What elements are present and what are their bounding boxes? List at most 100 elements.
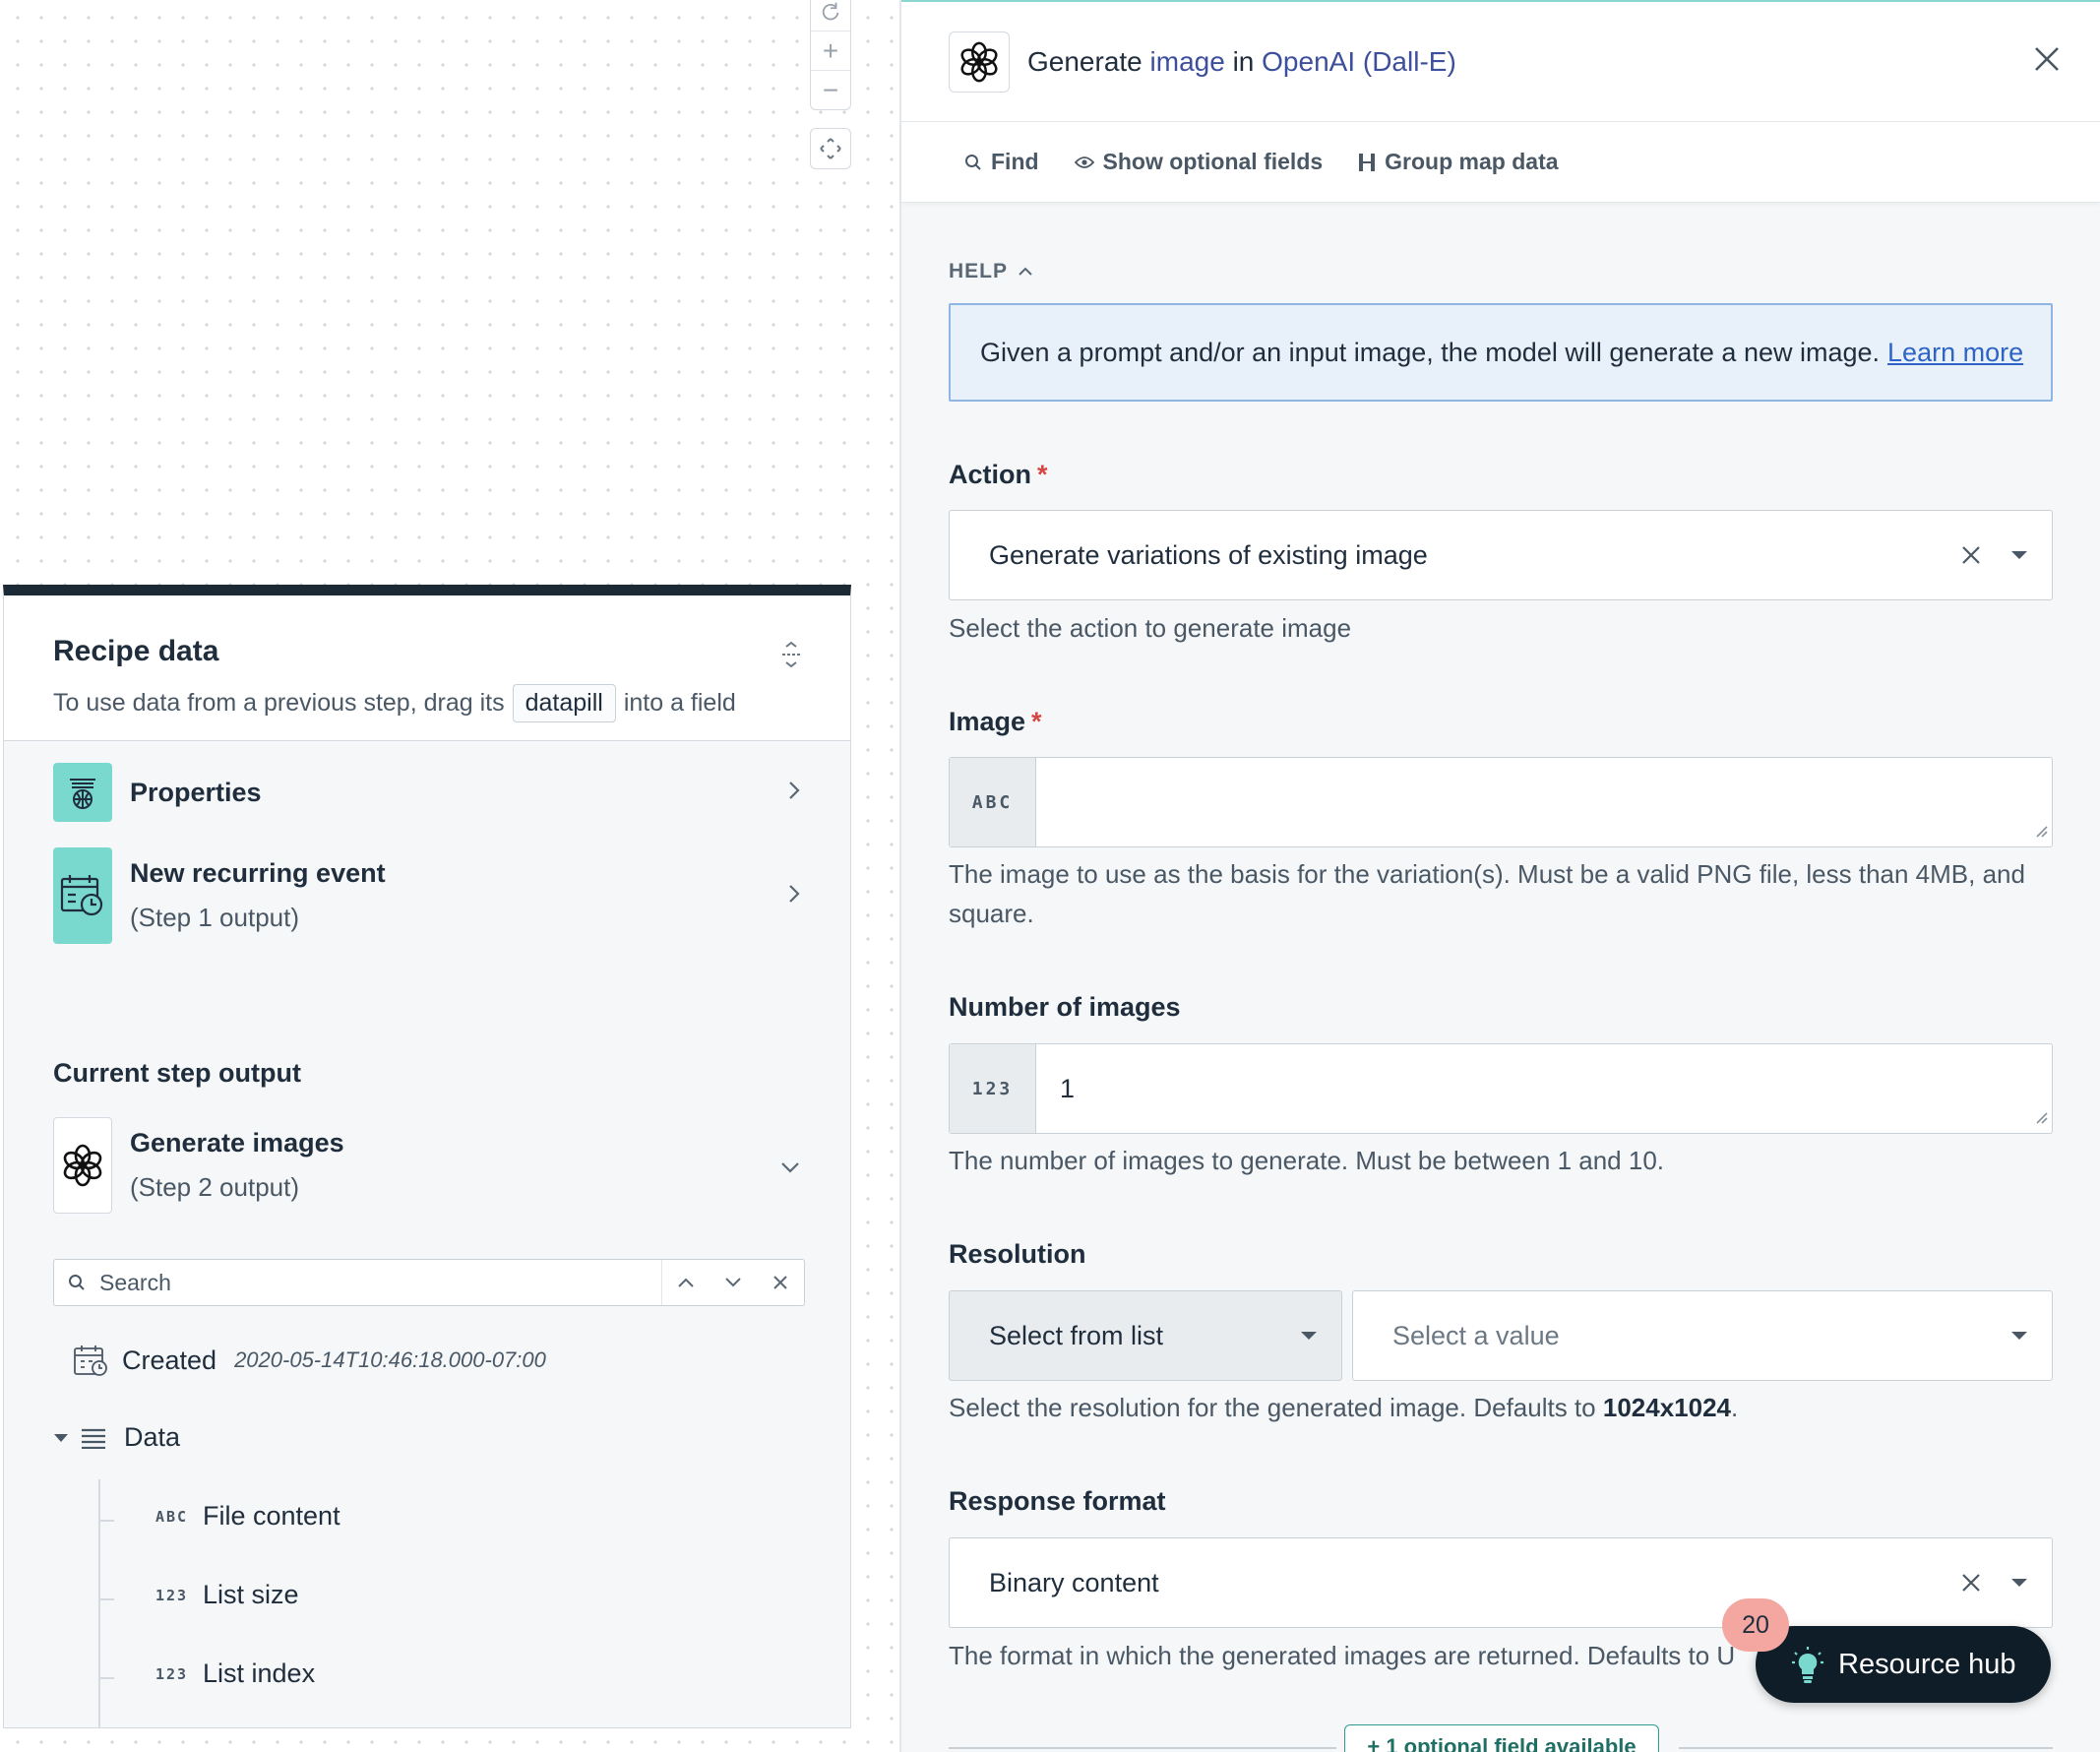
search-input[interactable]: Search: [99, 1270, 661, 1296]
search-icon: [54, 1274, 99, 1291]
step-title: Generate image in OpenAI (Dall-E): [1027, 45, 1456, 77]
openai-icon: [53, 1117, 112, 1214]
datapill-list-size[interactable]: 123 List size: [155, 1580, 299, 1610]
text-type-tag: ABC: [155, 1507, 189, 1526]
help-box: Given a prompt and/or an input image, th…: [949, 303, 2053, 402]
list-icon: [81, 1427, 106, 1449]
response-format-label: Response format: [949, 1486, 1166, 1516]
recipe-data-panel: Recipe data To use data from a previous …: [3, 585, 851, 1728]
number-of-images-input[interactable]: 1: [1036, 1044, 2052, 1133]
step-config-panel: Generate image in OpenAI (Dall-E) Find S…: [901, 0, 2100, 1752]
date-icon: [73, 1344, 108, 1377]
caret-down-icon[interactable]: [53, 1433, 69, 1443]
group-map-icon: [1359, 153, 1376, 171]
tree-connector: [98, 1677, 114, 1679]
image-field[interactable]: ABC: [949, 757, 2053, 847]
tree-connector: [98, 1520, 114, 1522]
chevron-right-icon: [787, 881, 801, 911]
recipe-item-generate-images[interactable]: Generate images (Step 2 output): [53, 1117, 811, 1214]
number-of-images-label: Number of images: [949, 992, 1181, 1022]
recipe-item-new-recurring-event[interactable]: New recurring event (Step 1 output): [53, 847, 811, 944]
resolution-mode-select[interactable]: Select from list: [949, 1290, 1342, 1381]
clear-response-format-button[interactable]: [1961, 1573, 1981, 1593]
fit-screen-icon: [820, 138, 841, 159]
datapill-file-content[interactable]: ABC File content: [155, 1501, 340, 1532]
caret-down-icon: [1300, 1331, 1318, 1341]
response-format-hint: The format in which the generated images…: [949, 1641, 1736, 1670]
number-type-tag: 123: [155, 1586, 189, 1604]
close-icon: [1962, 1574, 1980, 1592]
search-next-button[interactable]: [710, 1277, 757, 1288]
search-clear-button[interactable]: [757, 1275, 804, 1290]
learn-more-link[interactable]: Learn more: [1887, 338, 2023, 368]
find-button[interactable]: Find: [964, 149, 1039, 175]
datapill-list-index[interactable]: 123 List index: [155, 1658, 315, 1689]
datapill-data-list[interactable]: Data: [53, 1422, 180, 1453]
zoom-controls: + −: [810, 0, 851, 110]
lightbulb-icon: [1792, 1647, 1823, 1683]
image-hint: The image to use as the basis for the va…: [949, 859, 2025, 928]
resize-handle-icon[interactable]: [2032, 1108, 2048, 1129]
number-of-images-hint: The number of images to generate. Must b…: [949, 1146, 1665, 1175]
clear-action-button[interactable]: [1961, 545, 1981, 565]
close-icon: [2035, 47, 2059, 71]
divider: [1679, 1747, 2053, 1749]
image-label: Image *: [949, 707, 1042, 736]
action-hint: Select the action to generate image: [949, 613, 1352, 643]
divider: [949, 1747, 1336, 1749]
search-prev-button[interactable]: [662, 1277, 710, 1288]
required-marker: *: [1031, 707, 1042, 736]
recipe-data-title: Recipe data: [53, 635, 219, 667]
required-marker: *: [1037, 460, 1048, 489]
calendar-clock-icon: [53, 847, 112, 944]
chevron-up-icon: [678, 1278, 694, 1287]
caret-down-icon[interactable]: [2010, 550, 2028, 560]
notification-badge: 20: [1722, 1598, 1789, 1652]
number-type-tag: 123: [155, 1664, 189, 1683]
close-icon: [773, 1276, 787, 1289]
resize-handle-icon[interactable]: [2032, 822, 2048, 843]
datapill-example: datapill: [512, 684, 616, 722]
fit-to-screen-button[interactable]: [810, 128, 851, 169]
text-type-tag: ABC: [950, 758, 1036, 846]
zoom-out-button[interactable]: −: [811, 70, 850, 109]
recipe-item-properties[interactable]: Properties: [53, 763, 811, 822]
zoom-in-button[interactable]: +: [811, 31, 850, 70]
openai-logo-icon: [949, 31, 1010, 93]
close-icon: [1962, 546, 1980, 564]
step-app-link[interactable]: OpenAI (Dall-E): [1262, 46, 1456, 77]
resolution-value-select[interactable]: Select a value: [1352, 1290, 2053, 1381]
datapill-created[interactable]: Created 2020-05-14T10:46:18.000-07:00: [73, 1344, 546, 1377]
search-icon: [965, 154, 981, 170]
caret-down-icon: [2010, 1331, 2028, 1341]
resource-hub-button[interactable]: Resource hub: [1756, 1626, 2051, 1703]
reset-zoom-button[interactable]: [811, 0, 850, 31]
number-of-images-field[interactable]: 123 1: [949, 1043, 2053, 1134]
close-panel-button[interactable]: [2033, 45, 2061, 78]
caret-down-icon[interactable]: [2010, 1578, 2028, 1588]
resolution-hint: Select the resolution for the generated …: [949, 1393, 1739, 1422]
tree-connector: [98, 1598, 114, 1600]
recipe-data-subtitle: To use data from a previous step, drag i…: [53, 684, 801, 722]
tree-connector: [98, 1479, 100, 1727]
image-input[interactable]: [1036, 758, 2052, 846]
recipe-data-header: Recipe data To use data from a previous …: [4, 595, 850, 741]
response-format-select[interactable]: Binary content: [949, 1537, 2053, 1628]
step-toolbar: Find Show optional fields Group map data: [901, 122, 2100, 203]
eye-icon: [1074, 156, 1094, 168]
chevron-down-icon: [725, 1278, 741, 1287]
number-type-tag: 123: [950, 1044, 1036, 1133]
group-map-data-button[interactable]: Group map data: [1358, 149, 1559, 175]
chevron-down-icon: [779, 1151, 801, 1181]
optional-fields-button[interactable]: + 1 optional field available: [1344, 1724, 1659, 1752]
step-object-link[interactable]: image: [1150, 46, 1225, 77]
chevron-up-icon: [1019, 267, 1032, 276]
help-toggle[interactable]: HELP: [949, 260, 1033, 283]
action-label: Action *: [949, 460, 1048, 489]
action-select[interactable]: Generate variations of existing image: [949, 510, 2053, 600]
datapill-search[interactable]: Search: [53, 1259, 805, 1306]
collapse-panel-icon[interactable]: [779, 641, 803, 673]
step-header: Generate image in OpenAI (Dall-E): [901, 2, 2100, 122]
chevron-right-icon: [787, 778, 801, 808]
show-optional-fields-button[interactable]: Show optional fields: [1074, 149, 1323, 175]
